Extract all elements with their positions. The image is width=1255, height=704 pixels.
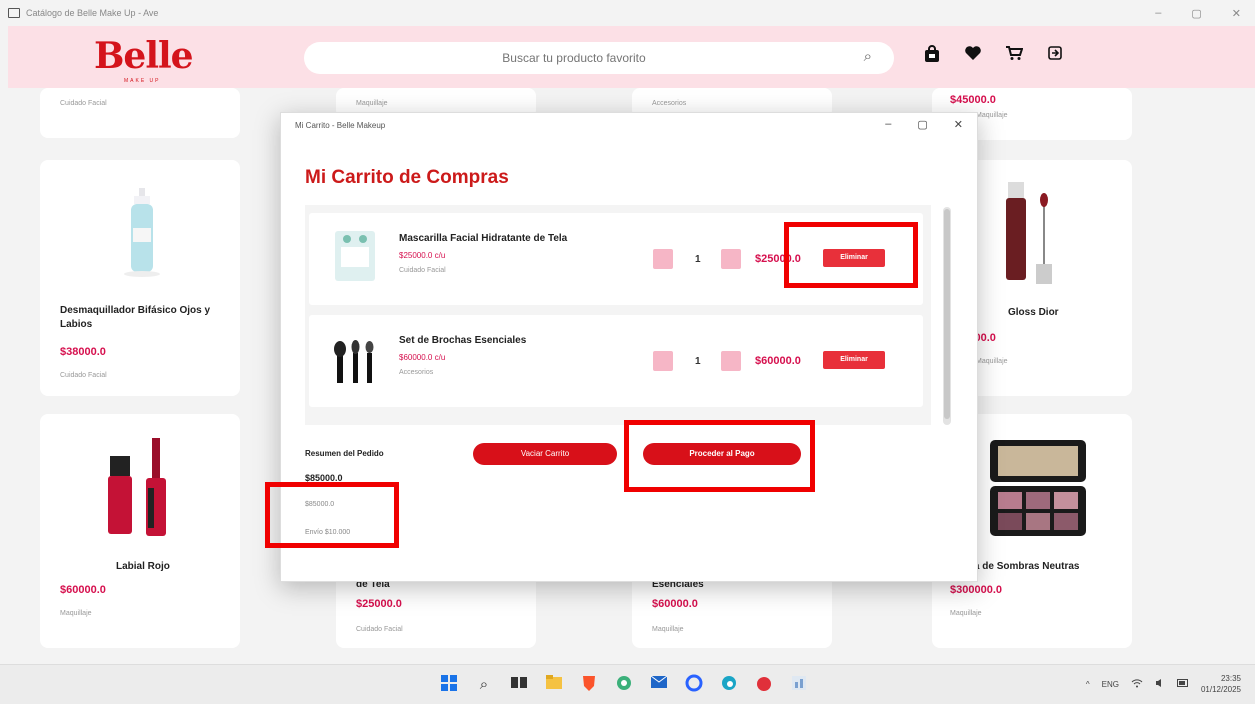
order-summary-title: Resumen del Pedido bbox=[305, 449, 384, 458]
product-image bbox=[990, 440, 1086, 536]
brand-logo[interactable]: Belle bbox=[94, 38, 194, 74]
cart-icon[interactable] bbox=[1004, 45, 1024, 68]
product-name: Gloss Dior bbox=[1008, 307, 1059, 318]
product-card[interactable]: Labial Rojo $60000.0 Maquillaje bbox=[40, 414, 240, 648]
search-input[interactable] bbox=[324, 49, 824, 67]
dialog-close-button[interactable]: ✕ bbox=[954, 118, 963, 131]
product-price: $38000.0 bbox=[60, 346, 106, 358]
product-name: Desmaquillador Bifásico Ojos y Labios bbox=[60, 305, 211, 330]
wifi-icon[interactable] bbox=[1131, 678, 1143, 690]
clock-time: 23:35 bbox=[1220, 674, 1241, 683]
increase-qty-button[interactable] bbox=[721, 249, 741, 269]
highlight-remove-button bbox=[784, 222, 918, 288]
tray-chevron-icon[interactable]: ^ bbox=[1086, 680, 1090, 689]
dialog-maximize-button[interactable]: ▢ bbox=[917, 118, 927, 131]
product-category: Maquillaje bbox=[652, 626, 684, 633]
taskbar: ⌕ ^ ENG 23:35 01/12/2025 bbox=[0, 664, 1255, 704]
clock[interactable]: 23:35 01/12/2025 bbox=[1201, 673, 1241, 695]
close-button[interactable]: ✕ bbox=[1232, 7, 1241, 20]
cart-item-unit-price: $60000.0 c/u bbox=[399, 353, 446, 362]
app-icon[interactable] bbox=[753, 674, 775, 696]
app-icon bbox=[8, 8, 20, 18]
cart-item-image bbox=[335, 231, 375, 281]
remove-item-button[interactable]: Eliminar bbox=[823, 351, 885, 369]
product-category: Maquillaje bbox=[976, 112, 1008, 119]
product-price: $60000.0 bbox=[60, 584, 106, 596]
file-explorer-icon[interactable] bbox=[543, 674, 565, 696]
mail-icon[interactable] bbox=[648, 674, 670, 696]
task-view-icon[interactable] bbox=[508, 674, 530, 696]
cart-item-unit-price: $25000.0 c/u bbox=[399, 251, 446, 260]
product-category: Cuidado Facial bbox=[60, 372, 107, 379]
cart-scrollbar[interactable] bbox=[943, 207, 951, 425]
cart-item: Set de Brochas Esenciales $60000.0 c/u A… bbox=[309, 315, 923, 407]
product-image bbox=[124, 188, 160, 277]
product-category: Cuidado Facial bbox=[60, 100, 107, 107]
windows-icon[interactable] bbox=[438, 674, 460, 696]
system-tray: ^ ENG 23:35 01/12/2025 bbox=[1086, 673, 1241, 695]
product-price: $60000.0 bbox=[652, 598, 698, 610]
product-name: Labial Rojo bbox=[116, 561, 170, 572]
highlight-checkout-button bbox=[624, 420, 815, 492]
dialog-minimize-button[interactable]: – bbox=[885, 118, 891, 131]
copilot-icon[interactable] bbox=[613, 674, 635, 696]
cart-item-category: Accesorios bbox=[399, 369, 434, 376]
empty-cart-button[interactable]: Vaciar Carrito bbox=[473, 443, 617, 465]
volume-icon[interactable] bbox=[1155, 678, 1165, 690]
cart-dialog-title: Mi Carrito - Belle Makeup bbox=[295, 121, 386, 130]
highlight-summary bbox=[265, 482, 399, 548]
opera-icon[interactable] bbox=[683, 674, 705, 696]
cart-item-image bbox=[334, 340, 374, 383]
app-header: Belle MAKE UP ⌕ bbox=[8, 26, 1255, 88]
search-icon[interactable]: ⌕ bbox=[864, 48, 872, 65]
product-category: Cuidado Facial bbox=[356, 626, 403, 633]
tray-language[interactable]: ENG bbox=[1102, 680, 1119, 689]
battery-icon[interactable] bbox=[1176, 679, 1189, 689]
bag-icon[interactable] bbox=[922, 45, 942, 68]
cart-item-qty: 1 bbox=[695, 356, 701, 367]
product-price: $45000.0 bbox=[950, 94, 996, 106]
product-category: Maquillaje bbox=[950, 610, 982, 617]
decrease-qty-button[interactable] bbox=[653, 351, 673, 371]
clock-date: 01/12/2025 bbox=[1200, 685, 1241, 694]
cart-dialog-titlebar: Mi Carrito - Belle Makeup – ▢ ✕ bbox=[281, 113, 977, 137]
cart-heading: Mi Carrito de Compras bbox=[305, 167, 509, 188]
product-category: Maquillaje bbox=[60, 610, 92, 617]
app-icon-2[interactable] bbox=[788, 674, 810, 696]
decrease-qty-button[interactable] bbox=[653, 249, 673, 269]
product-card[interactable]: Cuidado Facial bbox=[40, 88, 240, 138]
maximize-button[interactable]: ▢ bbox=[1191, 7, 1201, 20]
product-card[interactable]: Desmaquillador Bifásico Ojos y Labios $3… bbox=[40, 160, 240, 396]
minimize-button[interactable]: – bbox=[1155, 7, 1161, 19]
product-image bbox=[1006, 182, 1052, 284]
product-category: Maquillaje bbox=[976, 358, 1008, 365]
cart-item-name: Mascarilla Facial Hidratante de Tela bbox=[399, 233, 568, 244]
product-price: $300000.0 bbox=[950, 584, 1002, 596]
heart-icon[interactable] bbox=[963, 45, 983, 68]
cart-item-total: $60000.0 bbox=[755, 355, 801, 367]
product-category: Maquillaje bbox=[356, 100, 388, 107]
edge-icon[interactable] bbox=[718, 674, 740, 696]
product-price: $25000.0 bbox=[356, 598, 402, 610]
brave-icon[interactable] bbox=[578, 674, 600, 696]
search-icon[interactable]: ⌕ bbox=[473, 674, 495, 696]
search-bar[interactable]: ⌕ bbox=[304, 42, 894, 74]
product-category: Accesorios bbox=[652, 100, 687, 107]
window-title: Catálogo de Belle Make Up - Ave bbox=[26, 8, 159, 18]
brand-logo-sub: MAKE UP bbox=[124, 78, 161, 84]
product-image bbox=[108, 438, 166, 536]
cart-item-category: Cuidado Facial bbox=[399, 267, 446, 274]
cart-item-name: Set de Brochas Esenciales bbox=[399, 335, 527, 346]
increase-qty-button[interactable] bbox=[721, 351, 741, 371]
window-titlebar: Catálogo de Belle Make Up - Ave – ▢ ✕ bbox=[0, 0, 1255, 26]
cart-item-qty: 1 bbox=[695, 254, 701, 265]
logout-icon[interactable] bbox=[1045, 45, 1065, 68]
